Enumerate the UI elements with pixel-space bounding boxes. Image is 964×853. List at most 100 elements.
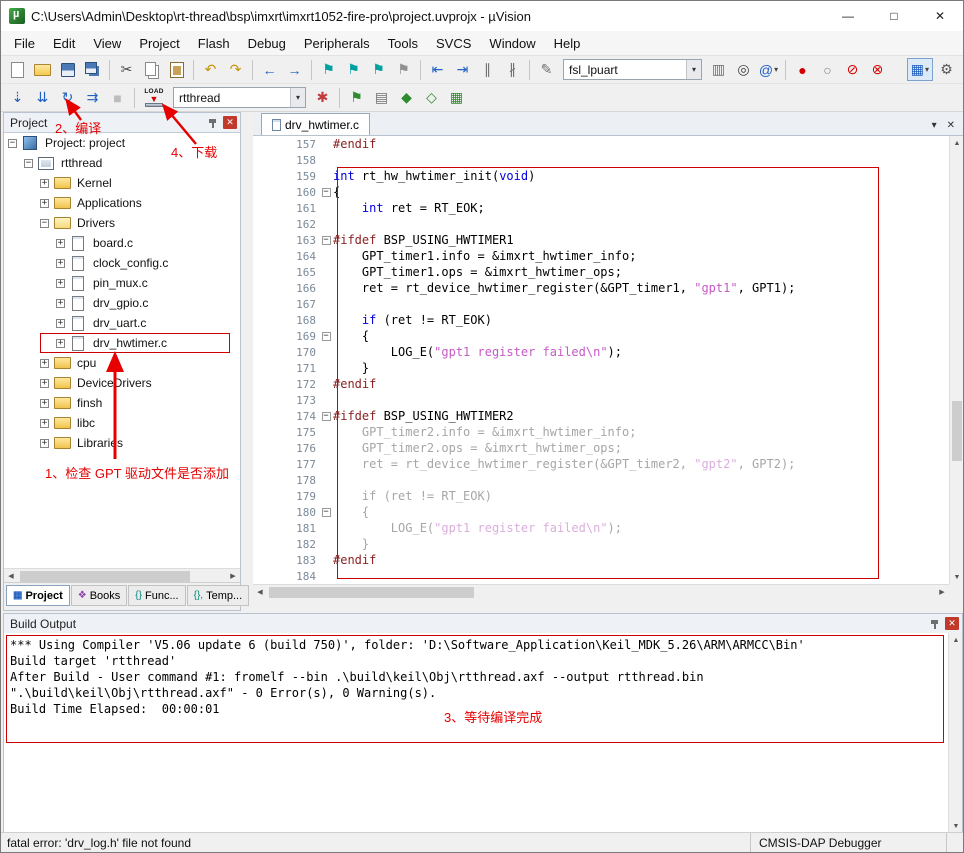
close-icon[interactable]: ✕ <box>945 617 959 630</box>
tree-item-label[interactable]: drv_gpio.c <box>90 295 151 311</box>
editor-vscrollbar[interactable]: ▲ ▼ <box>949 136 963 584</box>
batch-build-icon[interactable]: ⇉ <box>81 86 104 109</box>
expand-icon[interactable]: + <box>56 299 65 308</box>
expand-icon[interactable]: + <box>40 179 49 188</box>
tree-item-applications[interactable]: +Applications <box>4 193 240 213</box>
navigate-forward-icon[interactable]: → <box>283 58 306 81</box>
expand-icon[interactable]: + <box>56 279 65 288</box>
editor-hscrollbar[interactable]: ◀ ▶ <box>253 584 949 600</box>
target-options-icon[interactable]: ✱ <box>311 86 334 109</box>
uncomment-icon[interactable]: ∦ <box>501 58 524 81</box>
maximize-button[interactable]: □ <box>871 1 917 31</box>
download-icon[interactable]: LOAD▼ <box>140 86 168 109</box>
tree-item-board-c[interactable]: +board.c <box>4 233 240 253</box>
close-icon[interactable]: ✕ <box>947 120 955 131</box>
tree-item-finsh[interactable]: +finsh <box>4 393 240 413</box>
tree-item-label[interactable]: DeviceDrivers <box>74 375 155 391</box>
collapse-icon[interactable]: − <box>40 219 49 228</box>
fold-collapse-icon[interactable]: − <box>322 508 331 517</box>
tree-item-label[interactable]: Libraries <box>74 435 126 451</box>
copy-icon[interactable] <box>140 58 163 81</box>
pin-icon[interactable] <box>929 618 941 630</box>
minimize-button[interactable]: — <box>825 1 871 31</box>
tree-item-label[interactable]: board.c <box>90 235 136 251</box>
tree-item-label[interactable]: clock_config.c <box>90 255 171 271</box>
chevron-down-icon[interactable]: ▾ <box>932 120 937 131</box>
tree-item-pin-mux-c[interactable]: +pin_mux.c <box>4 273 240 293</box>
dock-tab-func-[interactable]: {}Func... <box>128 585 185 606</box>
breakpoint-disable-icon[interactable]: ○ <box>816 58 839 81</box>
tree-item-drv-uart-c[interactable]: +drv_uart.c <box>4 313 240 333</box>
save-all-icon[interactable] <box>81 58 104 81</box>
tree-item-label[interactable]: Drivers <box>74 215 118 231</box>
tree-item-label[interactable]: finsh <box>74 395 105 411</box>
build-icon[interactable]: ⇊ <box>31 86 54 109</box>
dock-tab-project[interactable]: ▦Project <box>6 585 70 606</box>
bookmark-toggle-icon[interactable]: ⚑ <box>317 58 340 81</box>
run-time-environment-icon[interactable]: ◆ <box>395 86 418 109</box>
configure-wrench-icon[interactable]: ⚙ <box>935 58 958 81</box>
scroll-up-icon[interactable]: ▲ <box>949 633 963 647</box>
dock-tab-temp-[interactable]: {},Temp... <box>187 585 250 606</box>
scroll-right-icon[interactable]: ▶ <box>226 569 240 583</box>
paste-icon[interactable] <box>165 58 188 81</box>
menu-project[interactable]: Project <box>130 33 188 54</box>
code-area[interactable]: 157#endif158159int rt_hw_hwtimer_init(vo… <box>253 136 949 584</box>
status-debugger[interactable]: CMSIS-DAP Debugger <box>750 833 946 852</box>
indent-icon[interactable]: ⇥ <box>451 58 474 81</box>
tree-item-label[interactable]: Kernel <box>74 175 115 191</box>
expand-icon[interactable]: + <box>40 379 49 388</box>
close-button[interactable]: ✕ <box>917 1 963 31</box>
navigate-back-icon[interactable]: ← <box>258 58 281 81</box>
find-icon[interactable]: ◎ <box>732 58 755 81</box>
scrollbar-thumb[interactable] <box>269 587 474 598</box>
tree-item-cpu[interactable]: +cpu <box>4 353 240 373</box>
scrollbar-thumb[interactable] <box>20 571 190 582</box>
scroll-left-icon[interactable]: ◀ <box>4 569 18 583</box>
tree-item-label[interactable]: Project: project <box>42 135 128 151</box>
redo-icon[interactable]: ↷ <box>224 58 247 81</box>
expand-icon[interactable]: + <box>56 339 65 348</box>
expand-icon[interactable]: + <box>40 359 49 368</box>
chevron-down-icon[interactable]: ▾ <box>290 88 305 107</box>
breakpoint-kill-all-icon[interactable]: ⊗ <box>866 58 889 81</box>
fold-collapse-icon[interactable]: − <box>322 188 331 197</box>
expand-icon[interactable]: + <box>56 259 65 268</box>
expand-icon[interactable]: + <box>56 319 65 328</box>
pack-installer-icon[interactable]: ▦ <box>445 86 468 109</box>
menu-view[interactable]: View <box>84 33 130 54</box>
fold-collapse-icon[interactable]: − <box>322 412 331 421</box>
scroll-left-icon[interactable]: ◀ <box>253 585 267 599</box>
scrollbar-thumb[interactable] <box>952 401 962 461</box>
tree-item-label[interactable]: rtthread <box>58 155 105 171</box>
undo-icon[interactable]: ↶ <box>199 58 222 81</box>
bookmark-next-icon[interactable]: ⚑ <box>367 58 390 81</box>
select-packs-icon[interactable]: ◇ <box>420 86 443 109</box>
manage-components-icon[interactable]: ⚑ <box>345 86 368 109</box>
rebuild-all-icon[interactable]: ↻ <box>56 86 79 109</box>
tree-item-devicedrivers[interactable]: + DeviceDrivers <box>4 373 240 393</box>
fold-collapse-icon[interactable]: − <box>322 332 331 341</box>
fold-collapse-icon[interactable]: − <box>322 236 331 245</box>
chevron-down-icon[interactable]: ▾ <box>774 65 778 74</box>
tree-item-label[interactable]: Applications <box>74 195 145 211</box>
scroll-down-icon[interactable]: ▼ <box>950 570 964 584</box>
find-text-icon[interactable]: ✎ <box>535 58 558 81</box>
scroll-up-icon[interactable]: ▲ <box>950 136 964 150</box>
collapse-icon[interactable]: − <box>24 159 33 168</box>
expand-icon[interactable]: + <box>40 419 49 428</box>
incremental-find-icon[interactable]: @▾ <box>757 58 780 81</box>
tree-item-drv-gpio-c[interactable]: + drv_gpio.c <box>4 293 240 313</box>
save-icon[interactable] <box>56 58 79 81</box>
tree-item-clock-config-c[interactable]: + clock_config.c <box>4 253 240 273</box>
unindent-icon[interactable]: ⇤ <box>426 58 449 81</box>
menu-file[interactable]: File <box>5 33 44 54</box>
menu-tools[interactable]: Tools <box>379 33 427 54</box>
tree-item-kernel[interactable]: + Kernel <box>4 173 240 193</box>
menu-svcs[interactable]: SVCS <box>427 33 480 54</box>
menu-edit[interactable]: Edit <box>44 33 84 54</box>
menu-help[interactable]: Help <box>545 33 590 54</box>
bookmark-clear-icon[interactable]: ⚑ <box>392 58 415 81</box>
comment-icon[interactable]: ∥ <box>476 58 499 81</box>
pin-icon[interactable] <box>207 117 219 129</box>
